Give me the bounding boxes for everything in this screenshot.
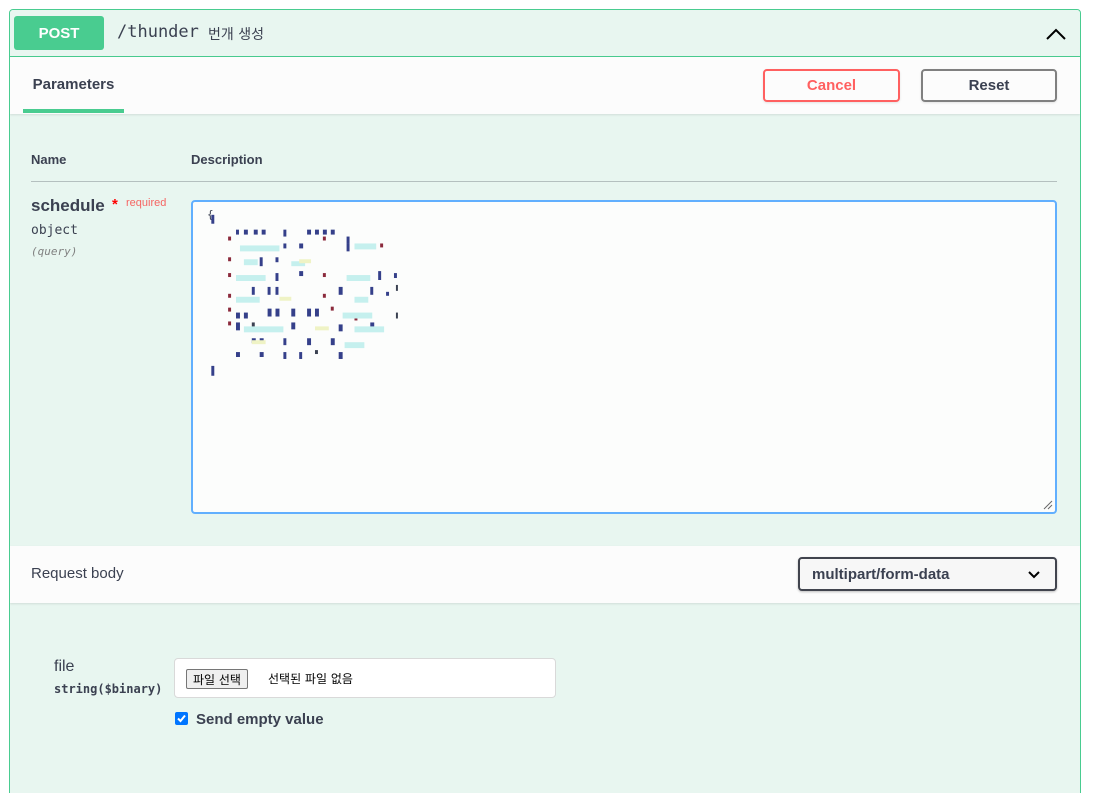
required-star: * — [112, 196, 118, 213]
checkmark-icon — [177, 714, 186, 723]
content-type-select[interactable]: multipart/form-data — [798, 557, 1057, 591]
request-body-header: Request body multipart/form-data — [10, 546, 1080, 603]
tab-active-indicator — [23, 109, 124, 113]
required-label: required — [126, 197, 167, 209]
column-header-name: Name — [31, 152, 67, 167]
chevron-up-icon[interactable] — [1044, 24, 1068, 44]
header-divider — [31, 181, 1057, 182]
param-type: object — [31, 223, 78, 238]
request-body-title: Request body — [31, 565, 124, 582]
param-name: schedule — [31, 196, 105, 215]
resize-handle-icon[interactable] — [1043, 500, 1053, 510]
content-type-value: multipart/form-data — [812, 565, 950, 583]
parameters-header: Parameters Cancel Reset — [10, 57, 1080, 114]
send-empty-checkbox[interactable] — [175, 712, 188, 725]
choose-file-button[interactable]: 파일 선택 — [186, 669, 248, 689]
file-input[interactable]: 파일 선택 선택된 파일 없음 — [174, 658, 556, 698]
tab-parameters[interactable]: Parameters — [23, 57, 124, 114]
chevron-down-icon — [1028, 571, 1040, 579]
send-empty-label[interactable]: Send empty value — [196, 711, 324, 728]
schedule-json-textarea[interactable]: { — [191, 200, 1057, 514]
file-field-type: string($binary) — [54, 682, 163, 696]
file-field-label: file — [54, 658, 75, 675]
json-body-blurred — [211, 214, 398, 376]
operation-summary[interactable]: POST /thunder 번개 생성 — [10, 10, 1080, 57]
reset-button[interactable]: Reset — [921, 69, 1057, 102]
operation-summary-text: 번개 생성 — [208, 27, 264, 43]
operation-path: /thunder — [117, 22, 199, 42]
method-badge: POST — [14, 16, 104, 50]
no-file-text: 선택된 파일 없음 — [268, 672, 353, 686]
column-header-description: Description — [191, 152, 263, 167]
cancel-button[interactable]: Cancel — [763, 69, 900, 102]
param-location: (query) — [31, 245, 78, 258]
operation-block: POST /thunder 번개 생성 Parameters Cancel Re… — [9, 9, 1081, 793]
